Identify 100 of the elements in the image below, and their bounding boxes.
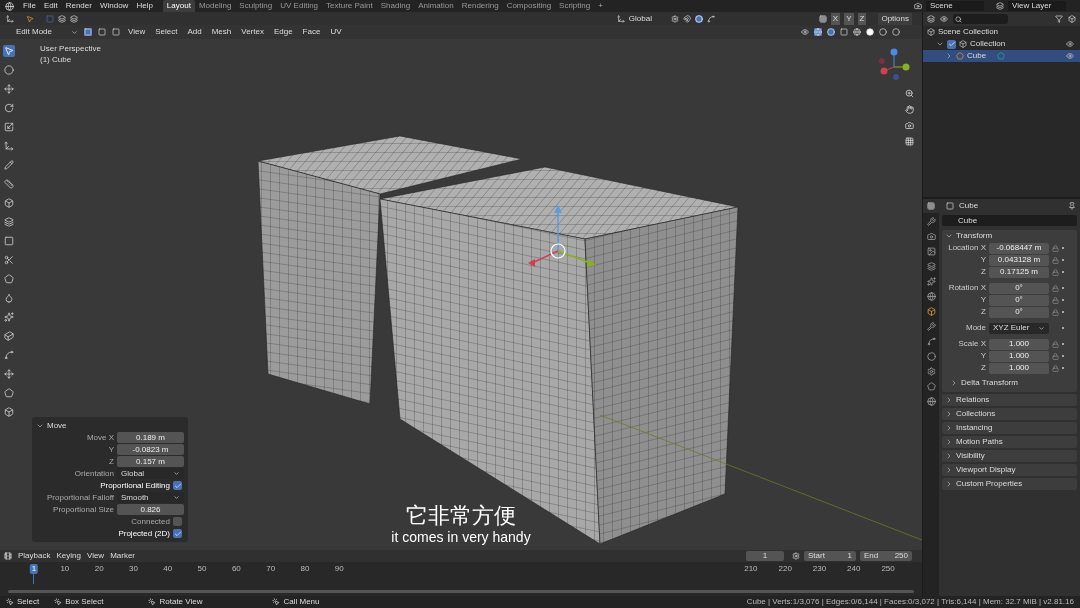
frame-number[interactable]: 70 (264, 564, 278, 574)
workspace-tab[interactable]: UV Editing (276, 0, 323, 12)
name-field[interactable]: Cube (942, 215, 1077, 226)
cuboid-icon[interactable] (3, 330, 15, 342)
frame-number[interactable]: 230 (810, 564, 829, 574)
editor-type-icon[interactable] (6, 14, 14, 23)
scrollbar[interactable] (8, 590, 914, 593)
collapsed-panel[interactable]: Custom Properties (942, 478, 1077, 490)
workspace-tab[interactable]: Layout (162, 0, 195, 12)
frame-number[interactable]: 10 (58, 564, 72, 574)
number-field[interactable]: 0.157 m (117, 456, 184, 467)
layers-icon[interactable] (3, 216, 15, 228)
number-field[interactable]: 1.000 (989, 350, 1049, 362)
filter-icon[interactable] (1055, 15, 1063, 23)
select-tool-icon[interactable] (26, 14, 34, 23)
checkbox[interactable] (173, 529, 182, 538)
frame-number[interactable]: 50 (195, 564, 209, 574)
outliner-row[interactable]: Scene Collection (923, 26, 1080, 38)
collapsed-panel[interactable]: Instancing (942, 422, 1077, 434)
frame-number[interactable]: 220 (776, 564, 794, 574)
frame-number[interactable]: 30 (127, 564, 140, 574)
frame-number[interactable]: 60 (229, 564, 243, 574)
polygon-icon[interactable] (3, 273, 15, 285)
wireframe-shading-icon[interactable] (853, 28, 861, 36)
view-layer-icon[interactable] (926, 262, 936, 271)
menu-item[interactable]: Edit (39, 0, 62, 12)
options-dropdown[interactable]: Options (878, 12, 912, 25)
add-workspace-button[interactable]: + (594, 0, 607, 12)
panel-title[interactable]: Transform (956, 230, 993, 242)
arrows-icon[interactable] (3, 368, 15, 380)
workspace-tab[interactable]: Sculpting (235, 0, 277, 12)
menu-item[interactable]: Select (153, 26, 180, 38)
editor-type-icon[interactable] (927, 202, 935, 210)
ruler-icon[interactable] (3, 178, 15, 190)
scale-icon[interactable] (3, 121, 15, 133)
workspace-tab[interactable]: Texture Paint (322, 0, 377, 12)
end-field[interactable]: End 250 (860, 551, 912, 561)
pin-icon[interactable] (1068, 202, 1076, 210)
axis-toggle[interactable]: Z (857, 12, 867, 25)
solid-shading-icon[interactable] (866, 28, 874, 36)
mode-dropdown[interactable]: Edit Mode (16, 26, 78, 38)
number-field[interactable]: 1.000 (989, 338, 1049, 350)
workspace-tab[interactable]: Modeling (194, 0, 236, 12)
axis-toggle[interactable]: X (830, 12, 841, 25)
workspace-tab[interactable]: Shading (376, 0, 415, 12)
zoom-icon[interactable] (905, 89, 914, 98)
panel-title[interactable]: Motion Paths (956, 436, 1003, 448)
checkbox[interactable] (173, 517, 182, 526)
visibility-icon[interactable] (801, 28, 809, 36)
workspace-tab[interactable]: Compositing (502, 0, 556, 12)
xray-icon[interactable] (840, 28, 848, 36)
camera-icon[interactable] (905, 121, 914, 130)
panel-title[interactable]: Move (47, 419, 67, 432)
move-icon[interactable] (3, 83, 15, 95)
square-icon[interactable] (3, 235, 15, 247)
frame-number[interactable]: 1 (29, 564, 39, 574)
panel-title[interactable]: Custom Properties (956, 478, 1023, 490)
number-field[interactable]: 0° (989, 282, 1049, 294)
box-icon[interactable] (3, 406, 15, 418)
menu-item[interactable]: Marker (110, 550, 136, 562)
panel-title[interactable]: Viewport Display (956, 464, 1016, 476)
outliner-row[interactable]: Collection (923, 38, 1080, 50)
frame-number[interactable]: 40 (161, 564, 175, 574)
view-layer-icon[interactable] (996, 2, 1004, 10)
number-field[interactable]: 0.826 (117, 504, 184, 515)
workspace-tab[interactable]: Rendering (457, 0, 503, 12)
start-field[interactable]: Start 1 (804, 551, 856, 561)
checkbox[interactable] (947, 39, 956, 49)
rendered-shading-icon[interactable] (892, 28, 900, 36)
frame-number[interactable]: 80 (298, 564, 312, 574)
proportional-editing-icon[interactable] (694, 14, 703, 23)
current-frame-field[interactable]: 1 (746, 551, 784, 561)
number-field[interactable]: 0° (989, 306, 1049, 318)
face-mode-icon[interactable] (112, 28, 120, 36)
number-field[interactable]: -0.0823 m (117, 444, 184, 455)
number-field[interactable]: 0.189 m (117, 432, 184, 443)
menu-item[interactable]: Help (132, 0, 157, 12)
snap-icon[interactable] (682, 14, 691, 23)
edge-mode-icon[interactable] (98, 28, 106, 36)
material-shading-icon[interactable] (879, 28, 887, 36)
menu-item[interactable]: Playback (18, 550, 51, 562)
pencil-icon[interactable] (3, 159, 15, 171)
collapsed-panel[interactable]: Visibility (942, 450, 1077, 462)
scene-field[interactable]: Scene (926, 1, 984, 11)
axis-toggle[interactable]: Y (844, 12, 854, 25)
sparkle-icon[interactable] (3, 311, 15, 323)
subpanel-title[interactable]: Delta Transform (961, 377, 1018, 389)
menu-item[interactable]: View (126, 26, 148, 38)
world-icon[interactable] (926, 292, 936, 301)
workspace-tab[interactable]: Animation (414, 0, 458, 12)
eye-icon[interactable] (1066, 40, 1074, 48)
panel-title[interactable]: Collections (956, 408, 996, 420)
cube-icon[interactable] (3, 197, 15, 209)
circle-icon[interactable] (3, 64, 15, 76)
menu-item[interactable]: UV (328, 26, 344, 38)
grid-icon[interactable] (905, 137, 914, 146)
menu-item[interactable]: Keying (56, 550, 81, 562)
frame-number[interactable]: 250 (879, 564, 897, 574)
cursor-icon[interactable] (3, 45, 15, 57)
frame-number[interactable]: 240 (845, 564, 863, 574)
